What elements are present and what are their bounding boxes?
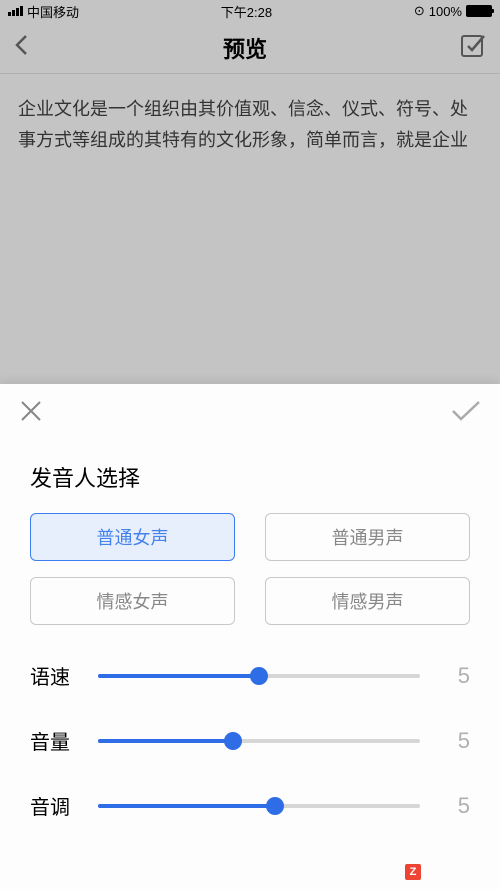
status-left: 中国移动	[8, 2, 79, 21]
preview-content: 企业文化是一个组织由其价值观、信念、仪式、符号、处事方式等组成的其特有的文化形象…	[0, 74, 500, 175]
slider-speed[interactable]	[98, 674, 420, 678]
battery-percent: 100%	[429, 4, 462, 19]
slider-thumb[interactable]	[266, 797, 284, 815]
slider-label-volume: 音量	[30, 726, 78, 755]
page-title: 预览	[223, 32, 267, 64]
signal-icon	[8, 6, 23, 16]
slider-thumb[interactable]	[250, 667, 268, 685]
slider-row-pitch: 音调 5	[0, 773, 500, 838]
nav-bar: 预览	[0, 22, 500, 74]
slider-value-speed: 5	[440, 663, 470, 689]
slider-fill	[98, 674, 259, 678]
slider-thumb[interactable]	[224, 732, 242, 750]
slider-row-speed: 语速 5	[0, 643, 500, 708]
section-title: 发音人选择	[0, 443, 500, 513]
slider-pitch[interactable]	[98, 804, 420, 808]
close-button[interactable]	[18, 398, 44, 429]
voice-option-normal-female[interactable]: 普通女声	[30, 513, 235, 561]
voice-options-grid: 普通女声 普通男声 情感女声 情感男声	[0, 513, 500, 643]
sheet-header	[0, 384, 500, 443]
apply-button[interactable]	[450, 399, 482, 428]
watermark-logo: Z	[405, 864, 421, 880]
slider-fill	[98, 804, 275, 808]
chevron-left-icon	[14, 33, 30, 57]
slider-label-speed: 语速	[30, 661, 78, 690]
check-box-icon	[460, 32, 486, 58]
voice-option-emotion-male[interactable]: 情感男声	[265, 577, 470, 625]
confirm-button[interactable]	[460, 32, 486, 63]
voice-option-normal-male[interactable]: 普通男声	[265, 513, 470, 561]
close-icon	[18, 398, 44, 424]
status-time: 下午2:28	[221, 2, 272, 21]
slider-volume[interactable]	[98, 739, 420, 743]
voice-option-emotion-female[interactable]: 情感女声	[30, 577, 235, 625]
carrier-label: 中国移动	[27, 2, 79, 21]
battery-icon	[466, 5, 492, 17]
check-icon	[450, 399, 482, 423]
watermark-line1: 中关村在线论坛	[424, 859, 494, 874]
slider-label-pitch: 音调	[30, 791, 78, 820]
status-bar: 中国移动 下午2:28 ⊙ 100%	[0, 0, 500, 22]
voice-settings-sheet: 发音人选择 普通女声 普通男声 情感女声 情感男声 语速 5 音量 5 音调 5…	[0, 384, 500, 889]
slider-fill	[98, 739, 233, 743]
orientation-lock-icon: ⊙	[414, 3, 425, 19]
watermark: Z 中关村在线论坛 bbs.zol.com.cn	[405, 859, 494, 885]
watermark-line2: bbs.zol.com.cn	[424, 874, 494, 885]
status-right: ⊙ 100%	[414, 3, 492, 19]
slider-value-pitch: 5	[440, 793, 470, 819]
back-button[interactable]	[14, 33, 30, 62]
slider-value-volume: 5	[440, 728, 470, 754]
slider-row-volume: 音量 5	[0, 708, 500, 773]
